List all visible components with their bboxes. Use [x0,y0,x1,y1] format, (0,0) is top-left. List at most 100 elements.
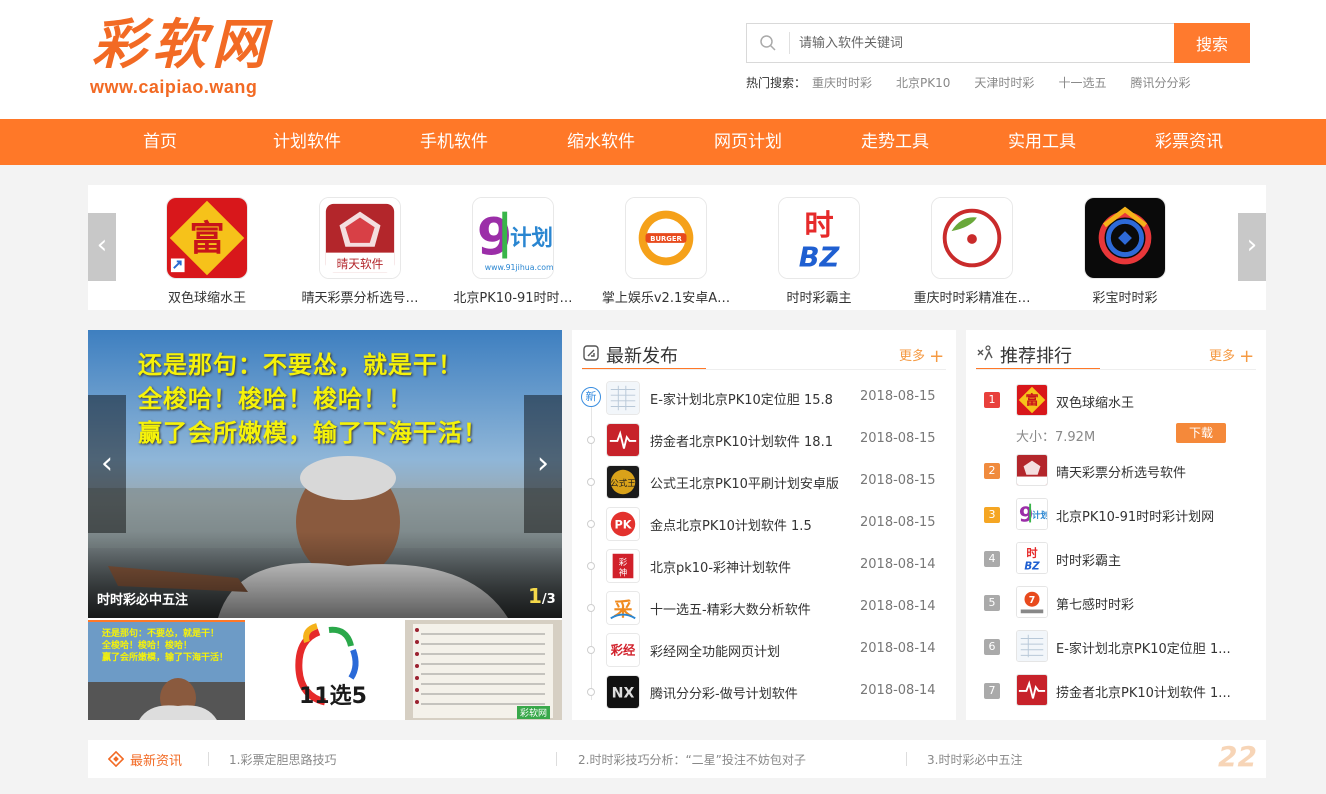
shi-bz-icon: 时BZ [1016,542,1048,574]
list-item-title[interactable]: E-家计划北京PK10定位胆 15.8 [650,389,833,408]
rank-name[interactable]: 北京PK10-91时时彩计划网 [1056,506,1246,525]
banner-thumb-2[interactable]: 11选5 [247,620,403,720]
search-input[interactable] [799,24,1169,62]
rank-item[interactable]: 2 晴天彩票分析选号软件 [984,454,1264,490]
list-item-title[interactable]: 彩经网全功能网页计划 [650,641,780,660]
hot-search-link[interactable]: 北京PK10 [896,74,950,91]
rank-item[interactable]: 5 7 第七感时时彩 [984,586,1264,622]
nav-item-lottery-news[interactable]: 彩票资讯 [1129,119,1249,165]
banner-slide[interactable]: 还是那句：不要怂，就是干！ 全梭哈！梭哈！梭哈！！ 赢了会所嫩模，输了下海干活！… [88,330,562,618]
rank-number: 2 [984,463,1000,479]
svg-text:彩经: 彩经 [610,643,636,658]
list-item-title[interactable]: 北京pk10-彩神计划软件 [650,557,791,576]
rank-item[interactable]: 7 捞金者北京PK10计划软件 1... [984,674,1264,710]
more-link[interactable]: 更多 + [1209,345,1254,367]
burger-icon: BURGER [625,197,707,279]
nav-item-filter-software[interactable]: 缩水软件 [541,119,661,165]
banner-prev-button[interactable]: ‹ [88,395,126,533]
banner-thumb-1[interactable]: 还是那句：不要怂，就是干！ 全梭哈！梭哈！梭哈！ 赢了会所嫩模，输了下海干活！ [88,620,245,720]
caijing-icon: 彩经 [606,633,640,667]
rank-name[interactable]: 第七感时时彩 [1056,594,1246,613]
thumb-11x5-text: 11选5 [299,684,367,709]
timeline-dot [587,436,595,444]
list-item[interactable]: NX 腾讯分分彩-做号计划软件 2018-08-14 [582,671,942,713]
panel-title: 最新发布 [606,346,678,367]
list-item-title[interactable]: 腾讯分分彩-做号计划软件 [650,683,798,702]
title-divider [976,369,1256,370]
app-item[interactable]: 彩宝时时彩 [1055,197,1195,306]
banner-caption[interactable]: 时时彩必中五注 [97,589,188,608]
timeline-dot [587,646,595,654]
timeline-dot [587,520,595,528]
nav-item-mobile-software[interactable]: 手机软件 [394,119,514,165]
nav-item-home[interactable]: 首页 [100,119,220,165]
list-item-title[interactable]: 捞金者北京PK10计划软件 18.1 [650,431,833,450]
svg-text:BZ: BZ [1024,560,1040,572]
gongshi-icon: 公式王 [606,465,640,499]
svg-text:PK: PK [614,519,632,532]
banner-text: 还是那句：不要怂，就是干！ 全梭哈！梭哈！梭哈！！ 赢了会所嫩模，输了下海干活！ [138,348,488,450]
list-item-title[interactable]: 十一选五-精彩大数分析软件 [650,599,811,618]
app-item[interactable]: 富 双色球缩水王 [137,197,277,306]
rank-item-top[interactable]: 1 富 双色球缩水王 大小：7.92M 下载 [984,382,1264,448]
news-ticker: 最新资讯 1.彩票定胆思路技巧 2.时时彩技巧分析：“二星”投注不妨包对子 3.… [88,740,1266,778]
nav-item-trend-tools[interactable]: 走势工具 [835,119,955,165]
list-item[interactable]: 捞金者北京PK10计划软件 18.1 2018-08-15 [582,419,942,461]
hot-search-link[interactable]: 重庆时时彩 [812,74,872,91]
hot-search-link[interactable]: 十一选五 [1058,74,1106,91]
list-item-title[interactable]: 金点北京PK10计划软件 1.5 [650,515,812,534]
list-item[interactable]: 公式王 公式王北京PK10平刷计划安卓版 2018-08-15 [582,461,942,503]
app-item[interactable]: 时 BZ 时时彩霸主 [749,197,889,306]
latest-release-panel: 最新发布 更多 + 新 E-家计划北京PK10定位胆 15.8 2018-08-… [572,330,956,720]
hot-search-link[interactable]: 天津时时彩 [974,74,1034,91]
rank-name[interactable]: 捞金者北京PK10计划软件 1... [1056,682,1246,701]
rank-item[interactable]: 3 9 计划 北京PK10-91时时彩计划网 [984,498,1264,534]
fu-icon: 富 [166,197,248,279]
title-divider [582,369,946,370]
banner-page-current: 1 [528,584,542,608]
notebook-photo [405,620,562,720]
rank-name[interactable]: E-家计划北京PK10定位胆 1... [1056,638,1246,657]
list-item[interactable]: E-家计划北京PK10定位胆 15.8 2018-08-15 [582,377,942,419]
hot-search-link[interactable]: 腾讯分分彩 [1130,74,1190,91]
list-item-date: 2018-08-14 [860,683,936,698]
app-item[interactable]: 晴天软件 晴天彩票分析选号… [290,197,430,306]
thumb-text: 还是那句：不要怂，就是干！ 全梭哈！梭哈！梭哈！ 赢了会所嫩模，输了下海干活！ [102,628,228,664]
app-item[interactable]: 9 计划 www.91jihua.com 北京PK10-91时时… [443,197,583,306]
nav-item-utility-tools[interactable]: 实用工具 [982,119,1102,165]
nav-item-web-plan[interactable]: 网页计划 [688,119,808,165]
list-item[interactable]: PK 金点北京PK10计划软件 1.5 2018-08-15 [582,503,942,545]
list-item[interactable]: 彩神 北京pk10-彩神计划软件 2018-08-14 [582,545,942,587]
rank-name[interactable]: 晴天彩票分析选号软件 [1056,462,1246,481]
rank-number: 4 [984,551,1000,567]
91jihua-icon: 9 计划 www.91jihua.com [472,197,554,279]
app-item[interactable]: 重庆时时彩精准在… [902,197,1042,306]
rank-item[interactable]: 4 时 BZ 时时彩霸主 [984,542,1264,578]
app-name: 晴天彩票分析选号… [301,291,419,306]
carousel-prev-button[interactable]: ‹ [88,213,116,281]
rank-item[interactable]: 6 E-家计划北京PK10定位胆 1... [984,630,1264,666]
download-button[interactable]: 下载 [1176,423,1226,443]
nav-item-plan-software[interactable]: 计划软件 [247,119,367,165]
svg-text:时: 时 [804,208,833,242]
banner-next-button[interactable]: › [524,395,562,533]
svg-text:神: 神 [619,567,627,577]
ticker-item[interactable]: 1.彩票定胆思路技巧 [229,751,336,768]
site-logo[interactable]: 彩软网 [92,14,272,74]
ticker-item[interactable]: 2.时时彩技巧分析：“二星”投注不妨包对子 [578,751,806,768]
spreadsheet-icon [606,381,640,415]
app-item[interactable]: BURGER 掌上娱乐v2.1安卓A… [596,197,736,306]
ticker-label: 最新资讯 [130,754,183,769]
list-item[interactable]: 采 十一选五-精彩大数分析软件 2018-08-14 [582,587,942,629]
list-item-title[interactable]: 公式王北京PK10平刷计划安卓版 [650,473,839,492]
ticker-item[interactable]: 3.时时彩必中五注 [927,751,1022,768]
banner-thumb-3[interactable]: 彩软网 [405,620,562,720]
carousel-next-button[interactable]: › [1238,213,1266,281]
rank-name[interactable]: 时时彩霸主 [1056,550,1246,569]
rank-name[interactable]: 双色球缩水王 [1056,392,1246,411]
more-link[interactable]: 更多 + [899,345,944,367]
search-button[interactable]: 搜索 [1174,23,1250,63]
list-item[interactable]: 彩经 彩经网全功能网页计划 2018-08-14 [582,629,942,671]
fu-icon: 富 [1016,384,1048,416]
site-logo-url[interactable]: www.caipiao.wang [90,77,257,98]
